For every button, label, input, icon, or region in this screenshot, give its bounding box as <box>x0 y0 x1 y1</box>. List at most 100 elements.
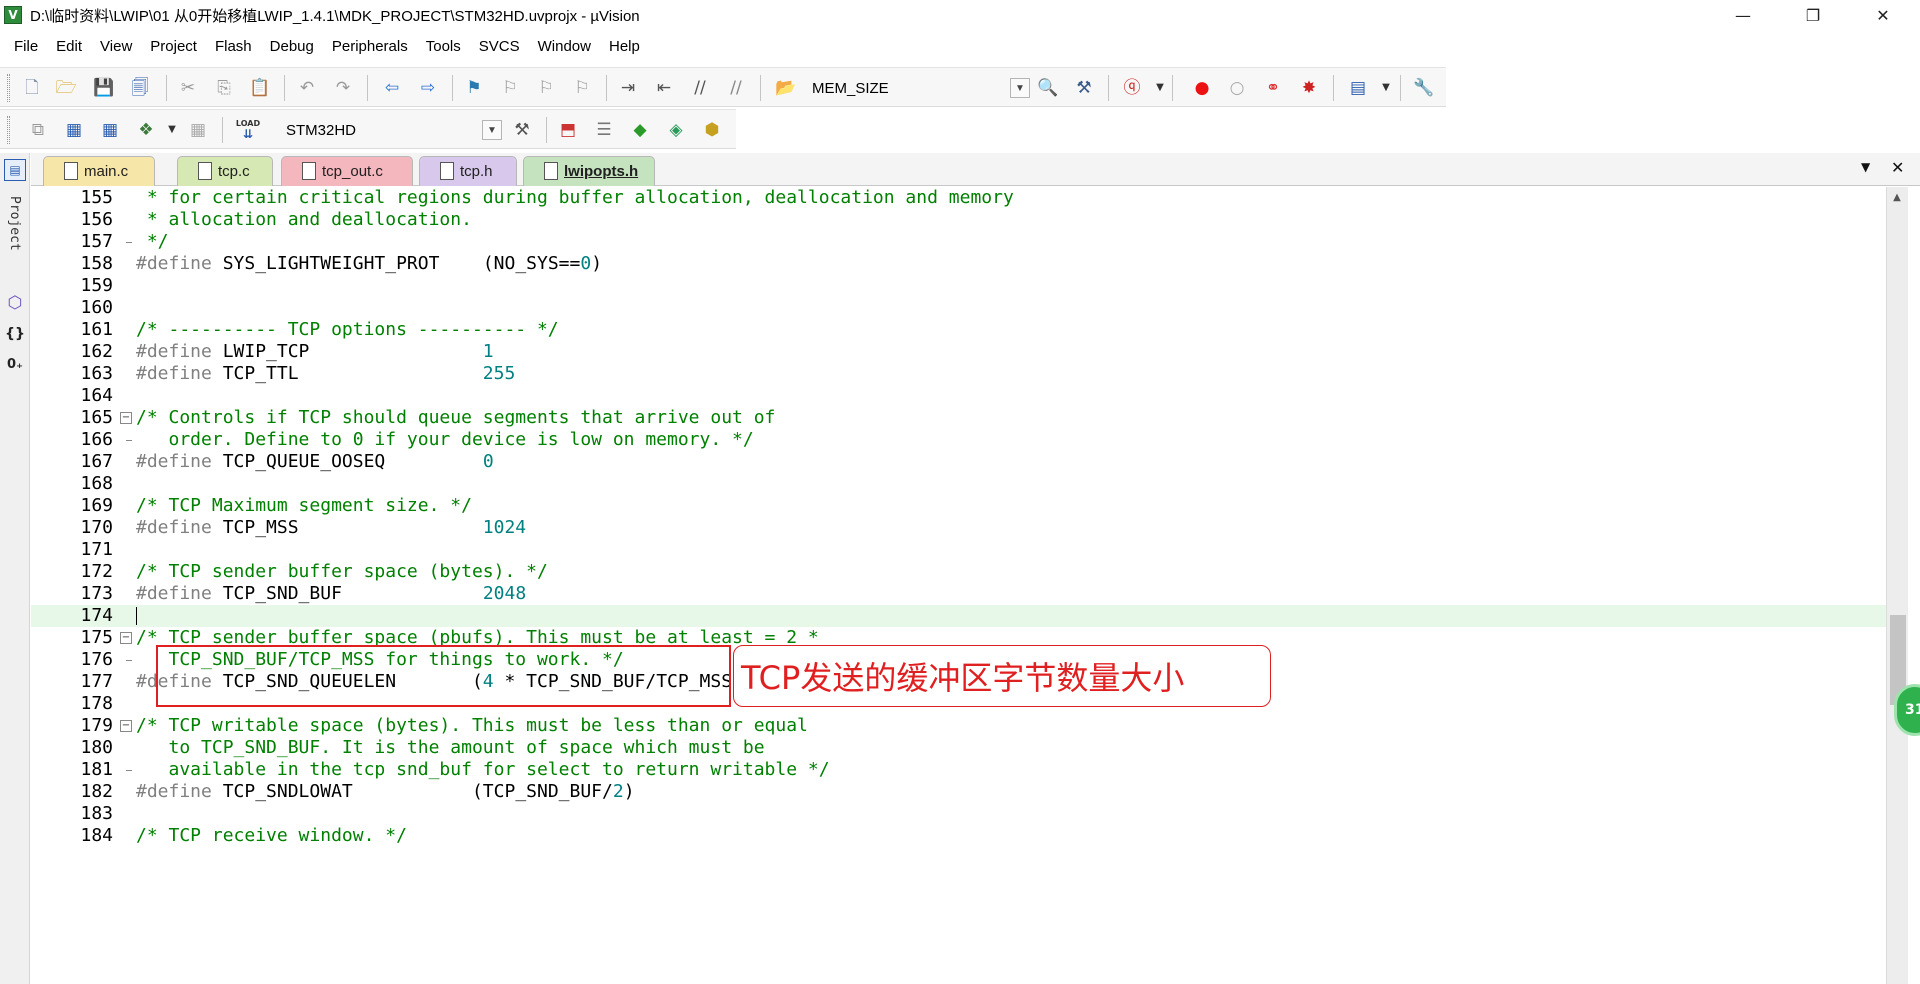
vertical-scrollbar[interactable] <box>1886 187 1908 984</box>
manage-project-items-icon[interactable]: ⬒ <box>556 118 580 142</box>
minimize-button[interactable]: — <box>1720 0 1766 30</box>
code-line[interactable]: 158 #define SYS_LIGHTWEIGHT_PROT (NO_SYS=… <box>31 253 1886 275</box>
books-icon[interactable]: ⬡ <box>4 292 26 314</box>
templates-icon[interactable]: 0₊ <box>4 353 26 375</box>
navigate-forward-icon[interactable]: ⇨ <box>416 76 440 100</box>
menu-window[interactable]: Window <box>529 32 600 62</box>
select-software-packs-icon[interactable]: ◈ <box>664 118 688 142</box>
indent-icon[interactable]: ⇥ <box>616 76 640 100</box>
build-icon[interactable]: ▦ <box>62 118 86 142</box>
chevron-down-icon[interactable]: ▼ <box>1010 78 1030 98</box>
menu-debug[interactable]: Debug <box>261 32 323 62</box>
menu-view[interactable]: View <box>91 32 141 62</box>
paste-icon[interactable]: 📋 <box>248 76 272 100</box>
kill-all-breakpoints-icon[interactable]: ✸ <box>1297 76 1321 100</box>
code-line[interactable]: 173 #define TCP_SND_BUF 2048 <box>31 583 1886 605</box>
pack-installer-icon[interactable]: ⬢ <box>700 118 724 142</box>
translate-icon[interactable]: ⧉ <box>26 118 50 142</box>
code-line[interactable]: 181 available in the tcp snd_buf for sel… <box>31 759 1886 781</box>
incremental-find-icon[interactable]: ⚒ <box>1072 76 1096 100</box>
code-line[interactable]: 171 <box>31 539 1886 561</box>
unindent-icon[interactable]: ⇤ <box>652 76 676 100</box>
close-window-button[interactable]: ✕ <box>1860 0 1906 30</box>
menu-flash[interactable]: Flash <box>206 32 261 62</box>
tab-main-c[interactable]: main.c <box>43 156 155 186</box>
chevron-down-icon[interactable]: ▼ <box>1374 76 1398 100</box>
menu-peripherals[interactable]: Peripherals <box>323 32 417 62</box>
redo-icon[interactable]: ↷ <box>331 76 355 100</box>
code-editor[interactable]: 155 * for certain critical regions durin… <box>31 187 1886 984</box>
code-line[interactable]: 184 /* TCP receive window. */ <box>31 825 1886 847</box>
toolbar-grip[interactable] <box>7 116 10 144</box>
target-options-icon[interactable]: ⚒ <box>510 118 534 142</box>
next-bookmark-icon[interactable]: ⚐ <box>534 76 558 100</box>
code-line[interactable]: 164 <box>31 385 1886 407</box>
comment-selection-icon[interactable]: // <box>688 76 712 100</box>
tab-tcp-h[interactable]: tcp.h <box>419 156 517 186</box>
code-line[interactable]: 167 #define TCP_QUEUE_OOSEQ 0 <box>31 451 1886 473</box>
chevron-down-icon[interactable]: ▼ <box>1148 76 1172 100</box>
clear-bookmarks-icon[interactable]: ⚐ <box>570 76 594 100</box>
bookmark-icon[interactable]: ⚑ <box>462 76 486 100</box>
configuration-wrench-icon[interactable]: 🔧 <box>1412 76 1436 100</box>
enable-breakpoint-icon[interactable]: ○ <box>1225 76 1249 100</box>
code-line[interactable]: 174 <box>31 605 1886 627</box>
code-line[interactable]: 180 to TCP_SND_BUF. It is the amount of … <box>31 737 1886 759</box>
fold-collapse-icon[interactable]: − <box>120 632 132 644</box>
code-line[interactable]: 155 * for certain critical regions durin… <box>31 187 1886 209</box>
previous-bookmark-icon[interactable]: ⚐ <box>498 76 522 100</box>
rebuild-icon[interactable]: ▦ <box>98 118 122 142</box>
chevron-down-icon[interactable]: ▼ <box>482 120 502 140</box>
menu-svcs[interactable]: SVCS <box>470 32 529 62</box>
code-line[interactable]: 161 /* ---------- TCP options ---------- … <box>31 319 1886 341</box>
find-icon[interactable]: 🔍 <box>1036 76 1060 100</box>
code-line[interactable]: 172 /* TCP sender buffer space (bytes). *… <box>31 561 1886 583</box>
code-line[interactable]: 179−/* TCP writable space (bytes). This … <box>31 715 1886 737</box>
stop-build-icon[interactable]: ▦ <box>186 118 210 142</box>
fold-collapse-icon[interactable]: − <box>120 720 132 732</box>
find-combo[interactable]: MEM_SIZE ▼ <box>812 76 1030 100</box>
menu-edit[interactable]: Edit <box>47 32 91 62</box>
code-line[interactable]: 183 <box>31 803 1886 825</box>
manage-run-time-environment-icon[interactable]: ◆ <box>628 118 652 142</box>
code-line[interactable]: 163 #define TCP_TTL 255 <box>31 363 1886 385</box>
floating-badge[interactable]: 31 <box>1894 684 1920 736</box>
debug-session-icon[interactable]: ⓠ <box>1120 76 1144 100</box>
code-line[interactable]: 169 /* TCP Maximum segment size. */ <box>31 495 1886 517</box>
disable-all-breakpoints-icon[interactable]: ⚭ <box>1261 76 1285 100</box>
restore-button[interactable]: ❐ <box>1790 0 1836 30</box>
save-icon[interactable]: 💾 <box>92 76 116 100</box>
code-line[interactable]: 157 */ <box>31 231 1886 253</box>
copy-icon[interactable]: ⎘ <box>212 76 236 100</box>
code-line[interactable]: 160 <box>31 297 1886 319</box>
fold-collapse-icon[interactable]: − <box>120 412 132 424</box>
insert-breakpoint-icon[interactable]: ● <box>1190 76 1214 100</box>
window-layout-icon[interactable]: ▤ <box>1346 76 1370 100</box>
save-all-icon[interactable]: 🗐 <box>128 76 152 100</box>
code-line[interactable]: 166 order. Define to 0 if your device is… <box>31 429 1886 451</box>
uncomment-selection-icon[interactable]: // <box>724 76 748 100</box>
scroll-up-arrow-icon[interactable]: ▲ <box>1886 187 1908 207</box>
code-line[interactable]: 156 * allocation and deallocation. <box>31 209 1886 231</box>
project-panel-label[interactable]: Project <box>7 196 22 251</box>
menu-help[interactable]: Help <box>600 32 649 62</box>
load-download-button[interactable]: LOAD ⇊ <box>234 118 262 142</box>
new-file-icon[interactable]: 🗋 <box>20 76 44 100</box>
code-line[interactable]: 182 #define TCP_SNDLOWAT (TCP_SND_BUF/2) <box>31 781 1886 803</box>
code-line[interactable]: 162 #define LWIP_TCP 1 <box>31 341 1886 363</box>
code-line[interactable]: 159 <box>31 275 1886 297</box>
tab-tcp-out-c[interactable]: tcp_out.c <box>281 156 413 186</box>
chevron-down-icon[interactable]: ▼ <box>160 118 184 142</box>
code-line[interactable]: 168 <box>31 473 1886 495</box>
tab-tcp-c[interactable]: tcp.c <box>177 156 273 186</box>
functions-icon[interactable]: {} <box>4 323 26 345</box>
menu-tools[interactable]: Tools <box>417 32 470 62</box>
tab-list-dropdown-icon[interactable]: ▼ <box>1861 160 1870 174</box>
close-tab-icon[interactable]: ✕ <box>1891 158 1904 177</box>
open-file-icon[interactable]: 🗁 <box>54 76 78 100</box>
batch-build-icon[interactable]: ❖ <box>134 118 158 142</box>
toolbar-grip[interactable] <box>7 74 10 102</box>
project-window-icon[interactable]: ▤ <box>4 159 26 181</box>
navigate-back-icon[interactable]: ⇦ <box>380 76 404 100</box>
undo-icon[interactable]: ↶ <box>295 76 319 100</box>
